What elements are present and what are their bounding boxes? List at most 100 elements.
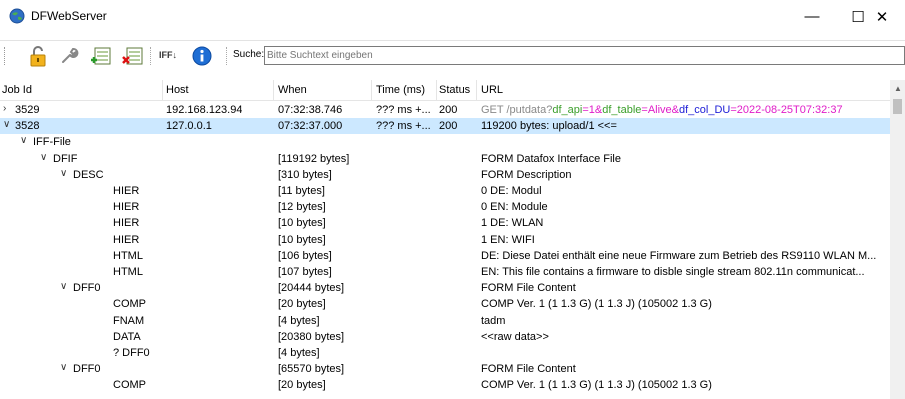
column-divider[interactable] [436,80,437,100]
toolbar-separator [226,47,227,65]
iff-chunk-name: DFIF [53,152,78,165]
url-segment: df_table [602,104,642,116]
info-icon[interactable] [190,45,214,67]
iff-chunk-size: [10 bytes] [278,233,326,246]
iff-chunk-size: [4 bytes] [278,314,320,327]
table-row[interactable]: ∨ DFF0 [20444 bytes] FORM File Content [0,280,890,296]
column-header-when[interactable]: When [278,84,307,96]
table-row[interactable]: › 3529 192.168.123.94 07:32:38.746 ??? ms +.… [0,102,890,118]
table-row[interactable]: HTML [107 bytes] EN: This file contains a … [0,264,890,280]
expand-chevron-icon[interactable]: ∨ [3,119,10,130]
table-row[interactable]: ∨ IFF-File [0,134,890,150]
url-segment: GET /putdata? [481,104,553,116]
when-cell: 07:32:37.000 [278,120,343,133]
table-row[interactable]: ? DFF0 [4 bytes] [0,345,890,361]
url-segment: =Alive& [641,104,679,116]
iff-chunk-size: [119192 bytes] [278,152,350,165]
job-id-cell: 3529 [15,104,40,116]
wrench-icon[interactable] [57,45,81,67]
iff-dropdown-button[interactable]: IFF↓ [159,50,177,60]
iff-chunk-name: HIER [113,185,140,197]
iff-chunk-size: [20 bytes] [278,379,326,392]
iff-chunk-size: [4 bytes] [278,347,320,359]
iff-chunk-description: FORM File Content [481,282,576,295]
iff-chunk-size: [20380 bytes] [278,330,345,343]
iff-chunk-description: DE: Diese Datei enthält eine neue Firmwa… [481,249,877,262]
column-divider[interactable] [162,80,163,100]
table-row[interactable]: HIER [11 bytes] 0 DE: Modul [0,183,890,199]
search-label: Suche: [233,49,265,60]
iff-chunk-name: HTML [113,266,143,278]
iff-chunk-description: COMP Ver. 1 (1 1.3 G) (1 1.3 J) (105002 … [481,298,712,311]
table-row[interactable]: DATA [20380 bytes] <<raw data>> [0,329,890,345]
iff-chunk-name: HIER [113,233,140,246]
iff-chunk-description: FORM File Content [481,363,576,376]
expand-chevron-icon[interactable]: ∨ [20,135,27,146]
iff-chunk-name: IFF-File [33,136,71,149]
table-row[interactable]: HIER [10 bytes] 1 DE: WLAN [0,215,890,231]
table-row[interactable]: COMP [20 bytes] COMP Ver. 1 (1 1.3 G) (1 1… [0,296,890,312]
iff-chunk-size: [11 bytes] [278,185,325,197]
app-globe-icon [9,8,25,24]
expand-chevron-icon[interactable]: ∨ [40,152,47,163]
iff-chunk-size: [106 bytes] [278,249,332,262]
column-header-time[interactable]: Time (ms) [376,84,425,96]
column-header-url[interactable]: URL [481,84,503,96]
vertical-scrollbar[interactable]: ▲ [890,80,905,399]
iff-chunk-size: [310 bytes] [278,168,332,181]
iff-chunk-name: HIER [113,217,140,230]
lock-open-icon[interactable] [26,45,50,67]
search-input[interactable] [264,46,905,65]
column-header-host[interactable]: Host [166,84,189,96]
iff-chunk-name: FNAM [113,314,145,327]
expand-chevron-icon[interactable]: › [3,103,6,114]
expand-chevron-icon[interactable]: ∨ [60,362,67,373]
table-row[interactable]: ∨ DFF0 [65570 bytes] FORM File Content [0,361,890,377]
column-divider[interactable] [371,80,372,100]
close-button[interactable]: ✕ [859,0,905,33]
table-row[interactable]: ∨ 3528 127.0.0.1 07:32:37.000 ??? ms +... 200… [0,118,890,135]
status-cell: 200 [439,120,458,133]
iff-chunk-description: FORM Description [481,168,572,181]
table-row[interactable]: FNAM [4 bytes] tadm [0,313,890,329]
table-header: Job Id Host When Time (ms) Status URL [0,80,905,101]
table-row[interactable]: HIER [10 bytes] 1 EN: WIFI [0,232,890,248]
scrollbar-thumb[interactable] [893,99,902,114]
iff-chunk-description: 0 DE: Modul [481,185,542,197]
url-cell: 119200 bytes: upload/1 <<= [481,120,617,133]
iff-chunk-description: <<raw data>> [481,330,549,343]
iff-chunk-description: tadm [481,314,506,327]
url-cell: GET /putdata?df_api=1&df_table=Alive&df_… [481,104,886,116]
iff-chunk-name: DFF0 [73,363,101,376]
delete-list-icon[interactable] [121,45,145,67]
expand-chevron-icon[interactable]: ∨ [60,168,67,179]
toolbar-separator [150,47,151,65]
table-row[interactable]: HTML [106 bytes] DE: Diese Datei enthält e… [0,248,890,264]
scroll-up-icon[interactable]: ▲ [894,84,902,93]
column-header-status[interactable]: Status [439,84,470,96]
expand-chevron-icon[interactable]: ∨ [60,281,67,292]
iff-chunk-name: DFF0 [73,282,101,295]
table-row[interactable]: ∨ DFIF [119192 bytes] FORM Datafox Interfac… [0,151,890,167]
iff-chunk-name: HIER [113,201,140,214]
time-cell: ??? ms +... [376,104,431,116]
minimize-button[interactable]: — [789,0,835,33]
when-cell: 07:32:38.746 [278,104,343,116]
minimize-icon: — [804,8,820,25]
iff-chunk-description: 0 EN: Module [481,201,548,214]
url-segment: =1& [582,104,603,116]
iff-chunk-name: DESC [73,168,104,181]
toolbar-grip[interactable] [4,47,7,65]
table-row[interactable]: HIER [12 bytes] 0 EN: Module [0,199,890,215]
iff-chunk-description: FORM Datafox Interface File [481,152,621,165]
close-icon: ✕ [875,8,889,26]
column-divider[interactable] [273,80,274,100]
table-row[interactable]: ∨ DESC [310 bytes] FORM Description [0,167,890,183]
column-divider[interactable] [476,80,477,100]
iff-chunk-description: COMP Ver. 1 (1 1.3 G) (1 1.3 J) (105002 … [481,379,712,392]
table-row[interactable]: COMP [20 bytes] COMP Ver. 1 (1 1.3 G) (1 1… [0,377,890,393]
host-cell: 127.0.0.1 [166,120,212,133]
add-list-icon[interactable] [89,45,113,67]
iff-chunk-name: ? DFF0 [113,347,150,359]
column-header-job-id[interactable]: Job Id [2,84,32,96]
